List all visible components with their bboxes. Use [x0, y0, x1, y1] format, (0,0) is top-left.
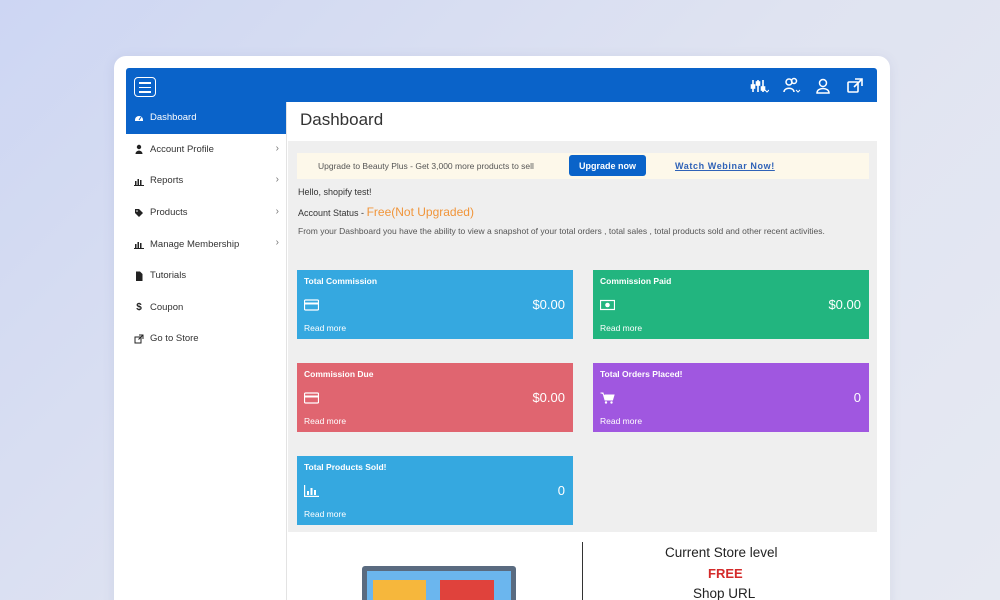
app-window: Dashboard Account Profile › Reports › Pr…: [114, 56, 890, 600]
upgrade-banner: Upgrade to Beauty Plus - Get 3,000 more …: [297, 153, 869, 179]
page-header: Dashboard: [288, 102, 877, 141]
card-title: Total Orders Placed!: [600, 369, 683, 379]
sidebar-item-go-to-store[interactable]: Go to Store: [126, 323, 286, 355]
read-more-link[interactable]: Read more: [304, 416, 346, 426]
sidebar: Dashboard Account Profile › Reports › Pr…: [126, 102, 287, 600]
card-value: 0: [853, 390, 861, 405]
card-total-commission[interactable]: Total Commission $0.00 Read more: [297, 270, 573, 339]
divider: [582, 542, 583, 600]
account-status-label: Account Status -: [298, 208, 365, 218]
card-total-products-sold[interactable]: Total Products Sold! 0 Read more: [297, 456, 573, 525]
sidebar-item-label: Account Profile: [150, 143, 214, 155]
sidebar-item-coupon[interactable]: $ Coupon: [126, 292, 286, 324]
tag-icon: [134, 208, 144, 218]
card-value: $0.00: [532, 390, 565, 405]
sidebar-item-label: Manage Membership: [150, 238, 240, 250]
shop-url-label: Shop URL: [693, 586, 756, 600]
money-icon: [599, 298, 616, 311]
store-level-value: FREE: [708, 566, 743, 581]
menu-toggle-button[interactable]: [134, 77, 156, 97]
store-level-label: Current Store level: [665, 545, 778, 560]
sidebar-item-label: Tutorials: [150, 270, 187, 282]
users-icon[interactable]: [781, 77, 801, 95]
dashboard-icon: [134, 113, 144, 123]
credit-card-icon: [303, 391, 320, 404]
dollar-icon: $: [136, 301, 142, 313]
read-more-link[interactable]: Read more: [304, 509, 346, 519]
card-title: Commission Paid: [600, 276, 672, 286]
card-commission-due[interactable]: Commission Due $0.00 Read more: [297, 363, 573, 432]
card-title: Commission Due: [304, 369, 374, 379]
bar-chart-icon: [304, 484, 319, 497]
sidebar-item-products[interactable]: Products ›: [126, 197, 286, 229]
external-link-icon[interactable]: [845, 77, 865, 95]
credit-card-icon: [303, 298, 320, 311]
external-link-icon: [134, 334, 144, 344]
chevron-right-icon: ›: [275, 237, 279, 249]
chevron-right-icon: ›: [275, 142, 279, 154]
card-value: $0.00: [532, 297, 565, 312]
upgrade-now-button[interactable]: Upgrade now: [569, 155, 646, 176]
read-more-link[interactable]: Read more: [304, 323, 346, 333]
card-title: Total Products Sold!: [304, 462, 387, 472]
sidebar-item-tutorials[interactable]: Tutorials: [126, 260, 286, 292]
user-icon: [134, 144, 144, 155]
sidebar-item-reports[interactable]: Reports ›: [126, 165, 286, 197]
sidebar-item-label: Coupon: [150, 301, 184, 313]
sidebar-item-account-profile[interactable]: Account Profile ›: [126, 134, 286, 166]
sidebar-item-manage-membership[interactable]: Manage Membership ›: [126, 228, 286, 260]
upgrade-text: Upgrade to Beauty Plus - Get 3,000 more …: [318, 161, 534, 171]
bar-chart-icon: [134, 239, 144, 250]
greeting-text: Hello, shopify test!: [298, 187, 372, 197]
sidebar-item-label: Go to Store: [150, 333, 199, 345]
main-content: Dashboard Upgrade to Beauty Plus - Get 3…: [288, 102, 877, 600]
dashboard-description: From your Dashboard you have the ability…: [298, 226, 825, 236]
chevron-right-icon: ›: [275, 205, 279, 217]
card-total-orders[interactable]: Total Orders Placed! 0 Read more: [593, 363, 869, 432]
chevron-right-icon: ›: [275, 174, 279, 186]
file-icon: [134, 271, 144, 281]
card-title: Total Commission: [304, 276, 378, 286]
sidebar-item-label: Dashboard: [150, 112, 197, 124]
store-panel: Current Store level FREE Shop URL: [288, 532, 877, 600]
account-status: Account Status - Free(Not Upgraded): [298, 205, 474, 219]
top-icons: [749, 77, 865, 95]
read-more-link[interactable]: Read more: [600, 323, 642, 333]
account-status-value: Free(Not Upgraded): [366, 205, 474, 219]
card-value: 0: [557, 483, 565, 498]
read-more-link[interactable]: Read more: [600, 416, 642, 426]
top-navbar: [126, 68, 877, 102]
store-monitor-illustration: [362, 566, 516, 600]
card-value: $0.00: [828, 297, 861, 312]
sidebar-item-label: Reports: [150, 175, 184, 187]
user-icon[interactable]: [813, 77, 833, 95]
page-title: Dashboard: [300, 110, 384, 129]
filter-icon[interactable]: [749, 77, 770, 95]
bar-chart-icon: [134, 176, 144, 186]
watch-webinar-link[interactable]: Watch Webinar Now!: [675, 161, 775, 171]
cart-icon: [600, 391, 615, 404]
sidebar-item-dashboard[interactable]: Dashboard: [126, 102, 286, 134]
sidebar-item-label: Products: [150, 207, 188, 219]
card-commission-paid[interactable]: Commission Paid $0.00 Read more: [593, 270, 869, 339]
